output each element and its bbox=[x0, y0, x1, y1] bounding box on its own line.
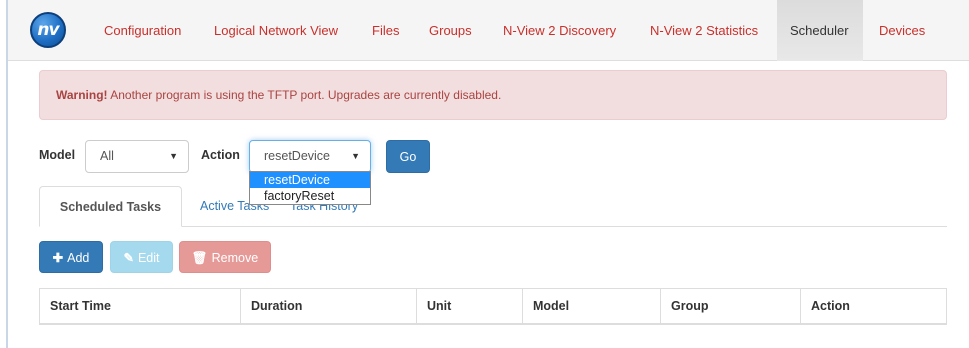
edit-button[interactable]: ✎ Edit bbox=[110, 241, 173, 273]
remove-button-label: Remove bbox=[211, 251, 259, 265]
column-header-duration[interactable]: Duration bbox=[241, 289, 417, 323]
chevron-down-icon: ▼ bbox=[351, 151, 360, 161]
action-select[interactable]: resetDevice ▼ bbox=[249, 140, 371, 173]
action-option-factoryreset[interactable]: factoryReset bbox=[250, 188, 370, 204]
nav-scheduler[interactable]: Scheduler bbox=[777, 0, 863, 61]
model-select[interactable]: All ▼ bbox=[85, 140, 189, 173]
scheduled-tasks-table: Start Time Duration Unit Model Group Act… bbox=[39, 288, 947, 325]
add-button-label: Add bbox=[67, 251, 90, 265]
action-label: Action bbox=[201, 148, 240, 162]
action-select-value: resetDevice bbox=[264, 149, 330, 163]
nav-nview2-statistics[interactable]: N-View 2 Statistics bbox=[650, 0, 758, 61]
column-header-group[interactable]: Group bbox=[661, 289, 801, 323]
model-select-value: All bbox=[100, 149, 114, 163]
tftp-warning-alert: Warning! Another program is using the TF… bbox=[39, 70, 947, 120]
plus-icon: ✚ bbox=[52, 251, 64, 265]
column-header-action[interactable]: Action bbox=[801, 289, 946, 323]
nav-devices[interactable]: Devices bbox=[879, 0, 925, 61]
add-button[interactable]: ✚ Add bbox=[39, 241, 103, 273]
remove-button[interactable]: 🗑 Remove bbox=[179, 241, 271, 273]
edit-button-label: Edit bbox=[137, 251, 160, 265]
action-dropdown-list: resetDevice factoryReset bbox=[249, 171, 371, 205]
nav-logical-network-view[interactable]: Logical Network View bbox=[214, 0, 338, 61]
tab-scheduled-tasks[interactable]: Scheduled Tasks bbox=[39, 186, 182, 227]
go-button[interactable]: Go bbox=[386, 140, 430, 173]
column-header-model[interactable]: Model bbox=[523, 289, 661, 323]
chevron-down-icon: ▼ bbox=[169, 151, 178, 161]
model-label: Model bbox=[39, 148, 76, 162]
trash-icon: 🗑 bbox=[191, 251, 208, 265]
edit-icon: ✎ bbox=[123, 251, 134, 265]
nv-logo[interactable]: nv bbox=[30, 12, 66, 48]
nav-nview2-discovery[interactable]: N-View 2 Discovery bbox=[503, 0, 616, 61]
action-option-resetdevice[interactable]: resetDevice bbox=[250, 172, 370, 188]
alert-message: Another program is using the TFTP port. … bbox=[107, 88, 502, 102]
column-header-start-time[interactable]: Start Time bbox=[40, 289, 241, 323]
nav-configuration[interactable]: Configuration bbox=[104, 0, 181, 61]
column-header-unit[interactable]: Unit bbox=[417, 289, 523, 323]
alert-strong: Warning! bbox=[56, 88, 108, 102]
top-navbar: nv Configuration Logical Network View Fi… bbox=[8, 0, 969, 61]
nav-groups[interactable]: Groups bbox=[429, 0, 472, 61]
nav-files[interactable]: Files bbox=[372, 0, 399, 61]
